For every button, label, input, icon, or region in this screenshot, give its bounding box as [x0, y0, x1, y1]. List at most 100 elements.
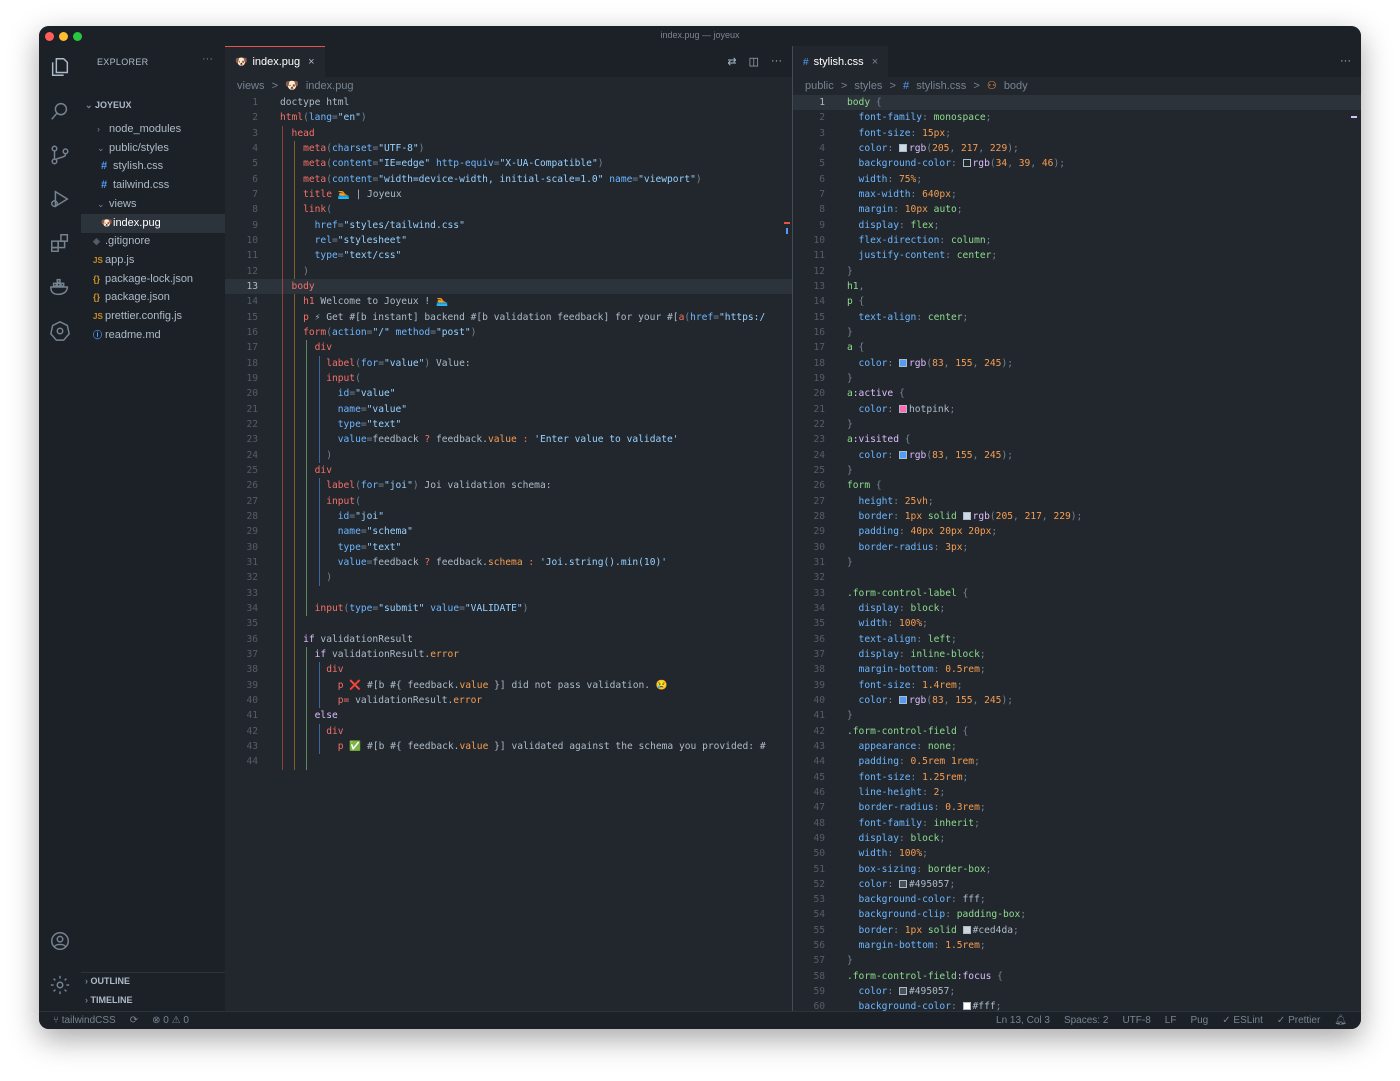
more-actions-icon[interactable]: ···: [771, 55, 782, 68]
code-line[interactable]: 41 else: [225, 708, 792, 723]
settings-gear-icon[interactable]: [49, 974, 71, 996]
code-area[interactable]: 1 doctype html 2 html(lang="en") 3 head 4 met…: [225, 95, 792, 1011]
code-line[interactable]: 28 id="joi": [225, 509, 792, 524]
code-line[interactable]: 14 p {: [793, 294, 1361, 309]
tree-item-stylish-css[interactable]: # stylish.css: [81, 157, 225, 176]
code-line[interactable]: 43 appearance: none;: [793, 739, 1361, 754]
color-swatch[interactable]: [899, 879, 907, 888]
code-line[interactable]: 40 color: rgb(83, 155, 245);: [793, 693, 1361, 708]
outline-panel-header[interactable]: › OUTLINE: [85, 976, 130, 986]
tree-item-package-json[interactable]: {} package.json: [81, 288, 225, 307]
code-line[interactable]: 11 justify-content: center;: [793, 248, 1361, 263]
code-line[interactable]: 6 meta(content="width=device-width, init…: [225, 172, 792, 187]
code-line[interactable]: 13 body: [225, 278, 792, 295]
editor-stylish-css[interactable]: # stylish.css × ··· public > styles > # …: [793, 46, 1361, 1011]
code-line[interactable]: 39 font-size: 1.4rem;: [793, 678, 1361, 693]
code-line[interactable]: 22}: [793, 417, 1361, 432]
color-swatch[interactable]: [899, 358, 907, 367]
code-line[interactable]: 42 div: [225, 724, 792, 739]
code-line[interactable]: 34 display: block;: [793, 601, 1361, 616]
code-line[interactable]: 7 title 🏊 | Joyeux: [225, 187, 792, 202]
close-tab-icon[interactable]: ×: [872, 56, 878, 68]
more-actions-icon[interactable]: ···: [1340, 55, 1351, 67]
code-line[interactable]: 60 background-color: #fff;: [793, 999, 1361, 1011]
color-swatch[interactable]: [899, 987, 907, 996]
branch-status[interactable]: ⑂ tailwindCSS: [53, 1015, 116, 1026]
tab-index-pug[interactable]: 🐶 index.pug ×: [225, 46, 325, 77]
code-line[interactable]: 19 input(: [225, 371, 792, 386]
eslint-status[interactable]: ✓ ESLint: [1222, 1015, 1263, 1026]
code-line[interactable]: 7 max-width: 640px;: [793, 187, 1361, 202]
code-line[interactable]: 34 input(type="submit" value="VALIDATE"): [225, 601, 792, 616]
code-line[interactable]: 9 href="styles/tailwind.css": [225, 218, 792, 233]
tree-item-readme-md[interactable]: ⓘ readme.md: [81, 326, 225, 345]
code-line[interactable]: 17 div: [225, 340, 792, 355]
code-line[interactable]: 4 meta(charset="UTF-8"): [225, 141, 792, 156]
editor-index-pug[interactable]: 🐶 index.pug × ⇄ ◫ ··· views > 🐶 index.pu…: [225, 46, 792, 1011]
code-line[interactable]: 33 .form-control-label {: [793, 586, 1361, 601]
tree-item-node-modules[interactable]: › node_modules: [81, 120, 225, 139]
tree-item-prettier-config-js[interactable]: JS prettier.config.js: [81, 307, 225, 326]
color-swatch[interactable]: [899, 404, 907, 413]
code-line[interactable]: 24 ): [225, 448, 792, 463]
code-line[interactable]: 10 flex-direction: column;: [793, 233, 1361, 248]
code-line[interactable]: 5 background-color: rgb(34, 39, 46);: [793, 156, 1361, 171]
code-line[interactable]: 17 a {: [793, 340, 1361, 355]
sync-icon[interactable]: ⟳: [130, 1015, 138, 1026]
code-line[interactable]: 21 name="value": [225, 402, 792, 417]
code-line[interactable]: 8 link(: [225, 202, 792, 217]
code-line[interactable]: 32 ): [225, 570, 792, 585]
code-line[interactable]: 38 div: [225, 662, 792, 677]
tree-item-views[interactable]: ⌄ views: [81, 195, 225, 214]
run-debug-icon[interactable]: [49, 188, 71, 210]
code-line[interactable]: 22 type="text": [225, 417, 792, 432]
tree-item-app-js[interactable]: JS app.js: [81, 251, 225, 270]
explorer-more-actions-button[interactable]: ···: [202, 53, 213, 65]
code-line[interactable]: 29 name="schema": [225, 524, 792, 539]
breadcrumb-public[interactable]: public: [805, 80, 834, 92]
indentation[interactable]: Spaces: 2: [1064, 1015, 1108, 1026]
code-line[interactable]: 23 value=feedback ? feedback.value : 'En…: [225, 432, 792, 447]
code-line[interactable]: 24 color: rgb(83, 155, 245);: [793, 448, 1361, 463]
tab-stylish-css[interactable]: # stylish.css ×: [793, 46, 889, 77]
code-line[interactable]: 41}: [793, 708, 1361, 723]
code-line[interactable]: 20 id="value": [225, 386, 792, 401]
code-line[interactable]: 59 color: #495057;: [793, 984, 1361, 999]
code-line[interactable]: 4 color: rgb(205, 217, 229);: [793, 141, 1361, 156]
color-swatch[interactable]: [962, 925, 971, 934]
code-line[interactable]: 50 width: 100%;: [793, 846, 1361, 861]
code-line[interactable]: 30 type="text": [225, 540, 792, 555]
code-line[interactable]: 15 p ⚡ Get #[b instant] backend #[b vali…: [225, 310, 792, 325]
code-line[interactable]: 1 doctype html: [225, 95, 792, 110]
code-line[interactable]: 44: [225, 754, 792, 769]
code-area[interactable]: 1 body {2 font-family: monospace; 3 font-s…: [793, 95, 1361, 1011]
code-line[interactable]: 1 body {: [793, 95, 1361, 111]
breadcrumb-views[interactable]: views: [237, 80, 265, 92]
color-swatch[interactable]: [899, 450, 907, 459]
code-line[interactable]: 55 border: 1px solid #ced4da;: [793, 923, 1361, 938]
extensions-icon[interactable]: [49, 232, 71, 254]
code-line[interactable]: 27 input(: [225, 494, 792, 509]
code-line[interactable]: 5 meta(content="IE=edge" http-equiv="X-U…: [225, 156, 792, 171]
code-line[interactable]: 33: [225, 586, 792, 601]
code-line[interactable]: 21 color: hotpink;: [793, 402, 1361, 417]
code-line[interactable]: 29 padding: 40px 20px 20px;: [793, 524, 1361, 539]
code-line[interactable]: 26 form {: [793, 478, 1361, 493]
code-line[interactable]: 56 margin-bottom: 1.5rem;: [793, 938, 1361, 953]
code-line[interactable]: 38 margin-bottom: 0.5rem;: [793, 662, 1361, 677]
code-line[interactable]: 35: [225, 616, 792, 631]
code-line[interactable]: 11 type="text/css": [225, 248, 792, 263]
account-icon[interactable]: [49, 930, 71, 952]
language-mode[interactable]: Pug: [1190, 1015, 1208, 1026]
code-line[interactable]: 20 a:active {: [793, 386, 1361, 401]
tree-item-package-lock-json[interactable]: {} package-lock.json: [81, 270, 225, 289]
code-line[interactable]: 8 margin: 10px auto;: [793, 202, 1361, 217]
color-swatch[interactable]: [962, 159, 971, 168]
color-swatch[interactable]: [962, 1002, 971, 1011]
code-line[interactable]: 10 rel="stylesheet": [225, 233, 792, 248]
code-line[interactable]: 57}: [793, 953, 1361, 968]
code-line[interactable]: 43 p ✅ #[b #{ feedback.value }] validate…: [225, 739, 792, 754]
code-line[interactable]: 16}: [793, 325, 1361, 340]
code-line[interactable]: 18 color: rgb(83, 155, 245);: [793, 356, 1361, 371]
code-line[interactable]: 25}: [793, 463, 1361, 478]
